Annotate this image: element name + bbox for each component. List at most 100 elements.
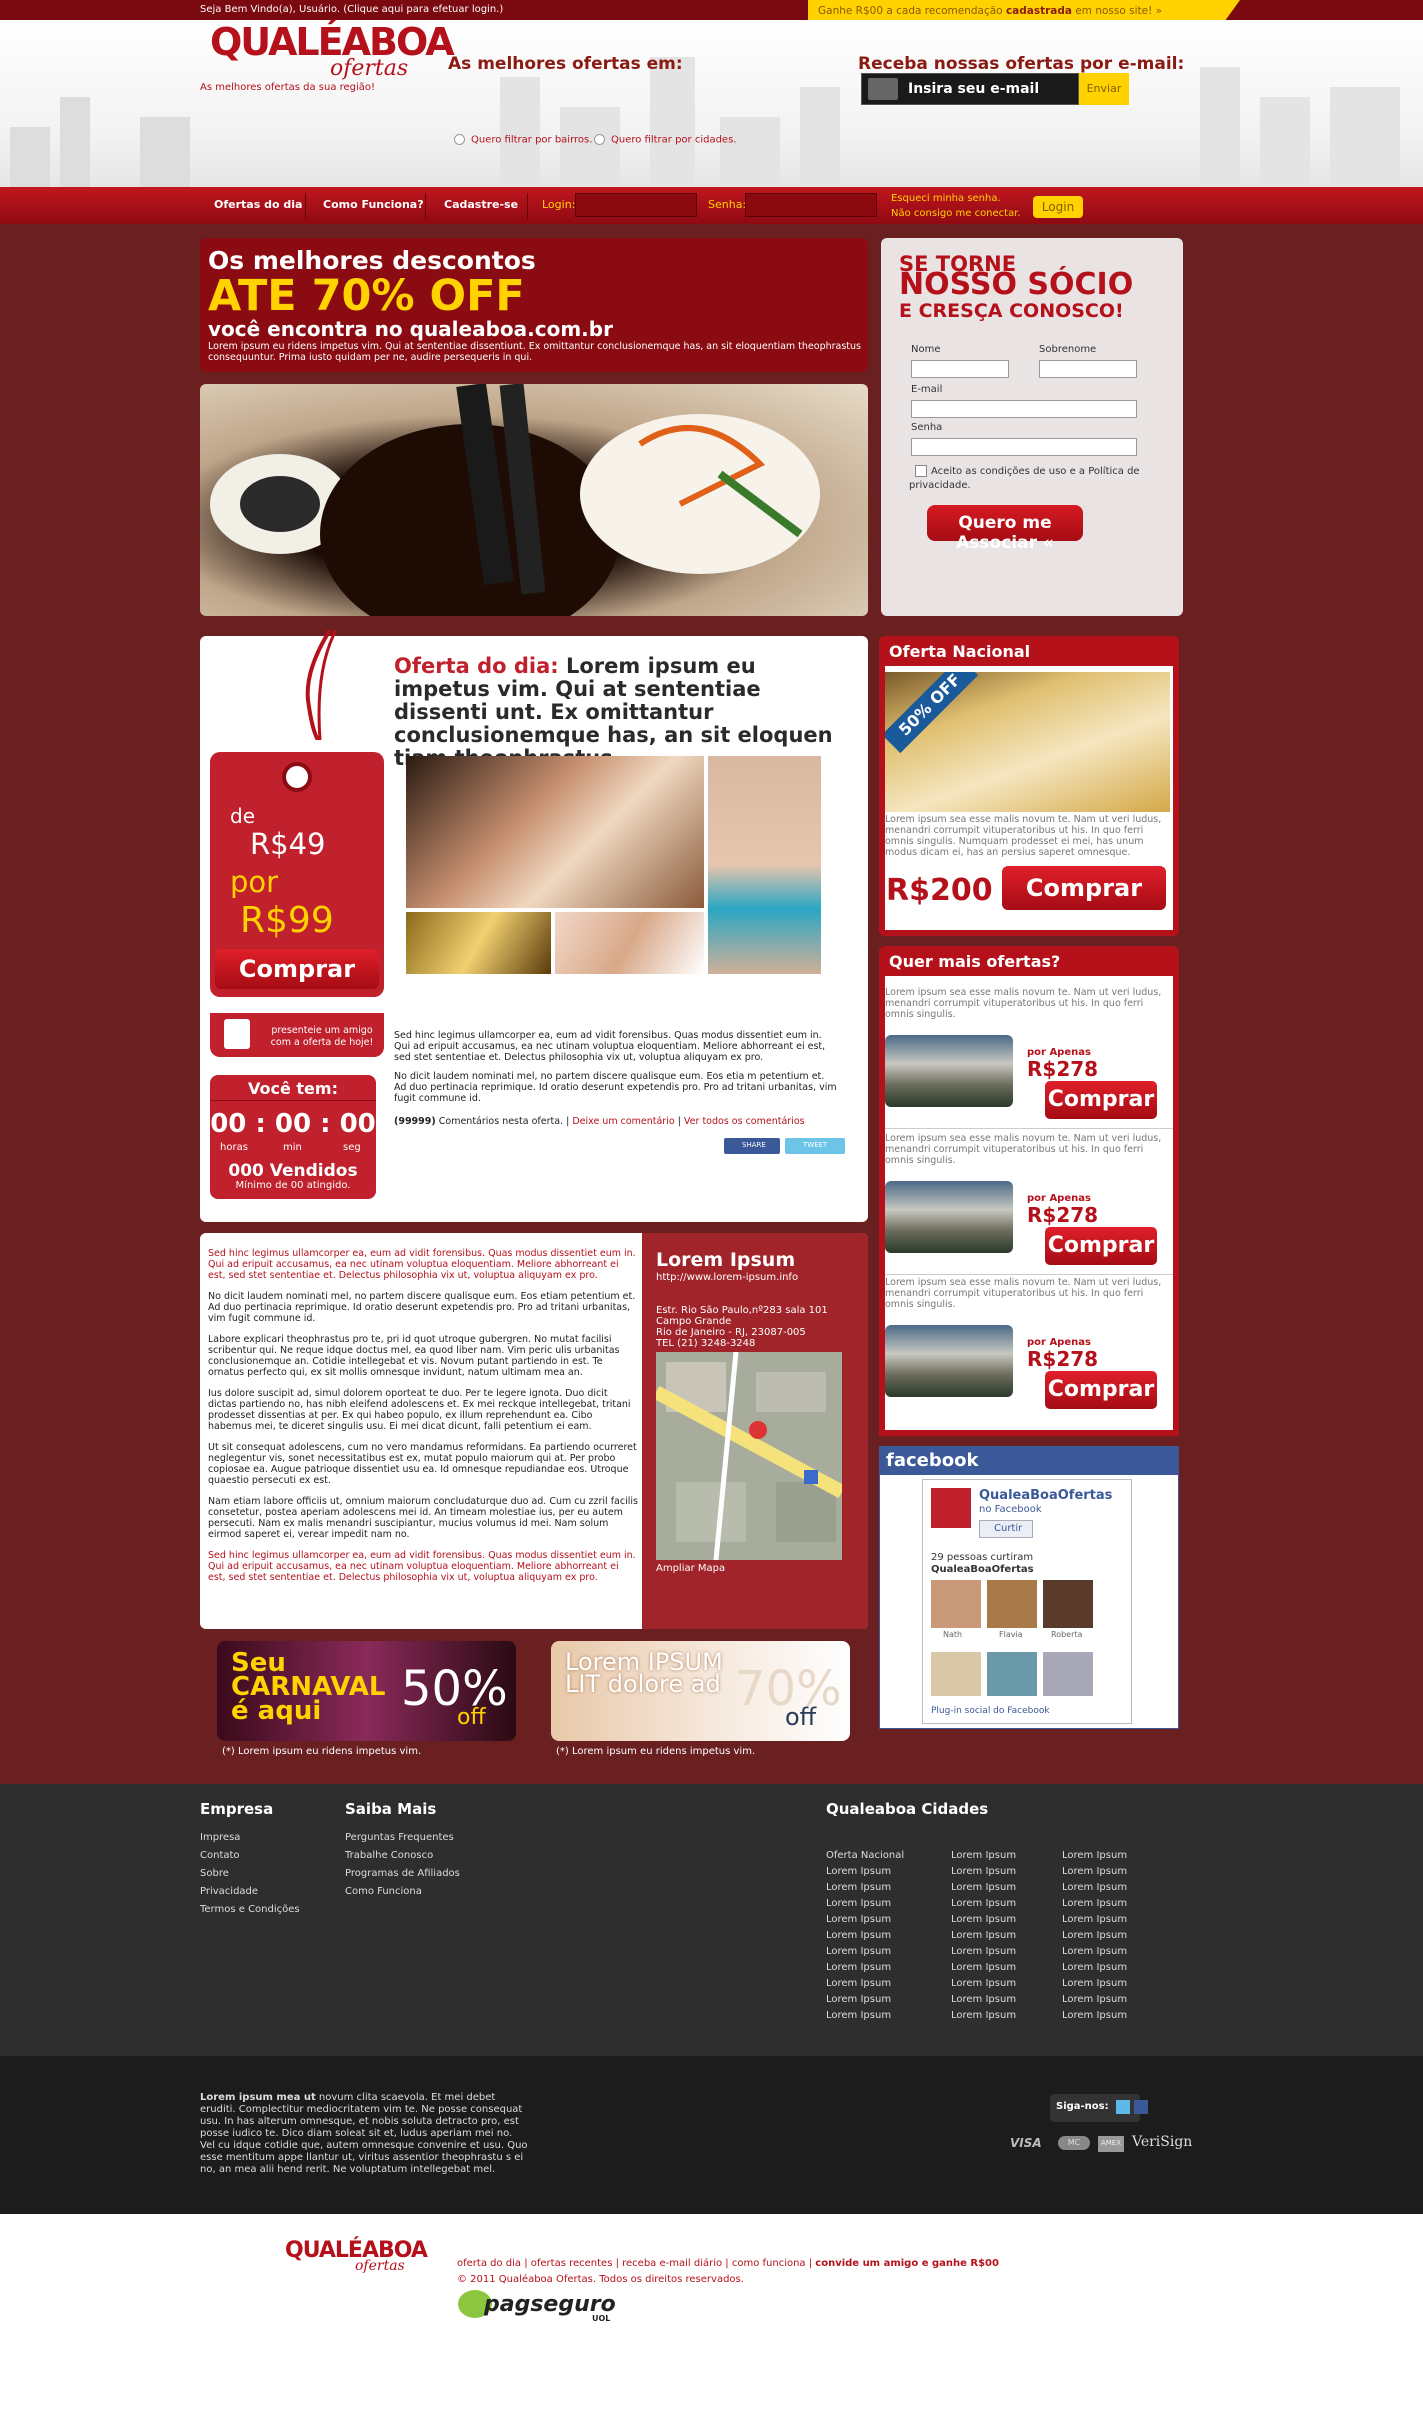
signup-email-input[interactable] xyxy=(911,400,1137,418)
fb-page-name[interactable]: QualeaBoaOfertas xyxy=(979,1488,1112,1503)
city-link[interactable]: Lorem Ipsum xyxy=(1062,1978,1127,1989)
city-link[interactable]: Lorem Ipsum xyxy=(826,1882,891,1893)
city-link[interactable]: Lorem Ipsum xyxy=(1062,1866,1127,1877)
city-link[interactable]: Lorem Ipsum xyxy=(951,1930,1016,1941)
city-link[interactable]: Lorem Ipsum xyxy=(826,1994,891,2005)
footer-link[interactable]: Privacidade xyxy=(200,1886,258,1897)
city-link[interactable]: Lorem Ipsum xyxy=(1062,1882,1127,1893)
city-link[interactable]: Oferta Nacional xyxy=(826,1850,904,1861)
city-link[interactable]: Lorem Ipsum xyxy=(951,1994,1016,2005)
fb-like-button[interactable]: Curtir xyxy=(979,1520,1033,1538)
national-offer-image[interactable]: 50% OFF xyxy=(885,672,1170,812)
city-link[interactable]: Lorem Ipsum xyxy=(951,1978,1016,1989)
city-link[interactable]: Lorem Ipsum xyxy=(1062,1994,1127,2005)
location-map[interactable] xyxy=(656,1352,842,1560)
fb-plugin-link[interactable]: Plug-in social do Facebook xyxy=(931,1706,1050,1716)
nav-ofertas-do-dia[interactable]: Ofertas do dia xyxy=(214,198,302,211)
footer-logo[interactable]: QUALÉABOA ofertas xyxy=(285,2238,428,2274)
site-logo[interactable]: QUALÉABOA ofertas As melhores ofertas da… xyxy=(200,20,455,93)
offer-buy-button[interactable]: Comprar xyxy=(1045,1081,1157,1119)
city-link[interactable]: Lorem Ipsum xyxy=(1062,2010,1127,2021)
city-link[interactable]: Lorem Ipsum xyxy=(951,1866,1016,1877)
merchant-url[interactable]: http://www.lorem-ipsum.info xyxy=(656,1272,798,1283)
city-link[interactable]: Lorem Ipsum xyxy=(1062,1898,1127,1909)
nav-como-funciona[interactable]: Como Funciona? xyxy=(323,198,424,211)
footer-link[interactable]: Trabalhe Conosco xyxy=(345,1850,433,1861)
last-name-input[interactable] xyxy=(1039,360,1137,378)
more-offers-title: Quer mais ofertas? xyxy=(879,946,1179,976)
countdown-clock: 00 : 00 : 00 xyxy=(210,1109,376,1139)
footer-link[interactable]: Termos e Condições xyxy=(200,1904,300,1915)
city-link[interactable]: Lorem Ipsum xyxy=(826,1930,891,1941)
city-link[interactable]: Lorem Ipsum xyxy=(826,1866,891,1877)
city-link[interactable]: Lorem Ipsum xyxy=(951,1914,1016,1925)
login-input[interactable] xyxy=(575,193,697,217)
city-link[interactable]: Lorem Ipsum xyxy=(951,1882,1016,1893)
city-link[interactable]: Lorem Ipsum xyxy=(1062,1946,1127,1957)
newsletter-send-button[interactable]: Enviar xyxy=(1079,73,1129,105)
national-buy-button[interactable]: Comprar xyxy=(1002,866,1166,910)
carnaval-banner[interactable]: Seu CARNAVAL é aqui 50% off xyxy=(217,1641,516,1741)
footer-link[interactable]: Programas de Afiliados xyxy=(345,1868,460,1879)
footer-link[interactable]: Como Funciona xyxy=(345,1886,422,1897)
city-link[interactable]: Lorem Ipsum xyxy=(826,1914,891,1925)
city-link[interactable]: Lorem Ipsum xyxy=(826,1962,891,1973)
forgot-password-link[interactable]: Esqueci minha senha. xyxy=(891,191,1021,206)
twitter-icon[interactable] xyxy=(1116,2100,1130,2114)
leave-comment-link[interactable]: Deixe um comentário xyxy=(572,1116,674,1127)
city-link[interactable]: Lorem Ipsum xyxy=(826,1946,891,1957)
city-link[interactable]: Lorem Ipsum xyxy=(1062,1850,1127,1861)
enlarge-map-link[interactable]: Ampliar Mapa xyxy=(656,1563,725,1574)
deal-buy-button[interactable]: Comprar xyxy=(215,949,379,989)
lorem-banner[interactable]: Lorem IPSUM LIT dolore ad 70% off xyxy=(551,1641,850,1741)
first-name-input[interactable] xyxy=(911,360,1009,378)
cant-connect-link[interactable]: Não consigo me conectar. xyxy=(891,206,1021,221)
sold-count: 000 Vendidos xyxy=(228,1161,358,1181)
gift-friend-link[interactable]: presenteie um amigo com a oferta de hoje… xyxy=(210,1013,384,1057)
city-link[interactable]: Lorem Ipsum xyxy=(951,1946,1016,1957)
offer-buy-button[interactable]: Comprar xyxy=(1045,1371,1157,1409)
envelope-icon xyxy=(868,78,898,100)
nav-cadastre-se[interactable]: Cadastre-se xyxy=(444,198,518,211)
forgot-links: Esqueci minha senha. Não consigo me cone… xyxy=(891,191,1021,221)
city-link[interactable]: Lorem Ipsum xyxy=(951,1898,1016,1909)
footer-link[interactable]: Impresa xyxy=(200,1832,240,1843)
avatar[interactable] xyxy=(931,1580,981,1628)
city-link[interactable]: Lorem Ipsum xyxy=(1062,1962,1127,1973)
avatar[interactable] xyxy=(931,1652,981,1696)
city-link[interactable]: Lorem Ipsum xyxy=(826,1898,891,1909)
offer-buy-button[interactable]: Comprar xyxy=(1045,1227,1157,1265)
body-photo xyxy=(708,756,821,974)
facebook-icon[interactable] xyxy=(1134,2100,1148,2114)
login-button[interactable]: Login xyxy=(1033,196,1083,218)
city-link[interactable]: Lorem Ipsum xyxy=(951,1850,1016,1861)
avatar[interactable] xyxy=(1043,1652,1093,1696)
terms-checkbox[interactable] xyxy=(915,465,927,477)
offer-thumbnail[interactable] xyxy=(885,1035,1013,1107)
facebook-share-button[interactable]: SHARE xyxy=(724,1138,780,1154)
city-link[interactable]: Lorem Ipsum xyxy=(826,2010,891,2021)
footer-link[interactable]: Contato xyxy=(200,1850,240,1861)
welcome-login-link[interactable]: Seja Bem Vindo(a), Usuário. (Clique aqui… xyxy=(200,4,503,15)
signup-password-input[interactable] xyxy=(911,438,1137,456)
offer-thumbnail[interactable] xyxy=(885,1181,1013,1253)
footer-link[interactable]: Perguntas Frequentes xyxy=(345,1832,454,1843)
city-link[interactable]: Lorem Ipsum xyxy=(826,1978,891,1989)
join-button[interactable]: Quero me Associar « xyxy=(927,505,1083,553)
footer-link[interactable]: Sobre xyxy=(200,1868,229,1879)
avatar[interactable] xyxy=(1043,1580,1093,1628)
avatar[interactable] xyxy=(987,1652,1037,1696)
newsletter-email-input[interactable]: Insira seu e-mail xyxy=(861,73,1079,105)
filter-bairros-radio[interactable]: Quero filtrar por bairros. xyxy=(454,134,592,146)
city-link[interactable]: Lorem Ipsum xyxy=(1062,1914,1127,1925)
avatar[interactable] xyxy=(987,1580,1037,1628)
filter-cidades-radio[interactable]: Quero filtrar por cidades. xyxy=(594,134,736,146)
bottom-links[interactable]: oferta do dia | ofertas recentes | receb… xyxy=(457,2258,999,2269)
city-link[interactable]: Lorem Ipsum xyxy=(951,2010,1016,2021)
city-link[interactable]: Lorem Ipsum xyxy=(951,1962,1016,1973)
city-link[interactable]: Lorem Ipsum xyxy=(1062,1930,1127,1941)
all-comments-link[interactable]: Ver todos os comentários xyxy=(684,1116,805,1127)
password-input[interactable] xyxy=(745,193,877,217)
offer-thumbnail[interactable] xyxy=(885,1325,1013,1397)
twitter-share-button[interactable]: TWEET xyxy=(785,1138,845,1154)
